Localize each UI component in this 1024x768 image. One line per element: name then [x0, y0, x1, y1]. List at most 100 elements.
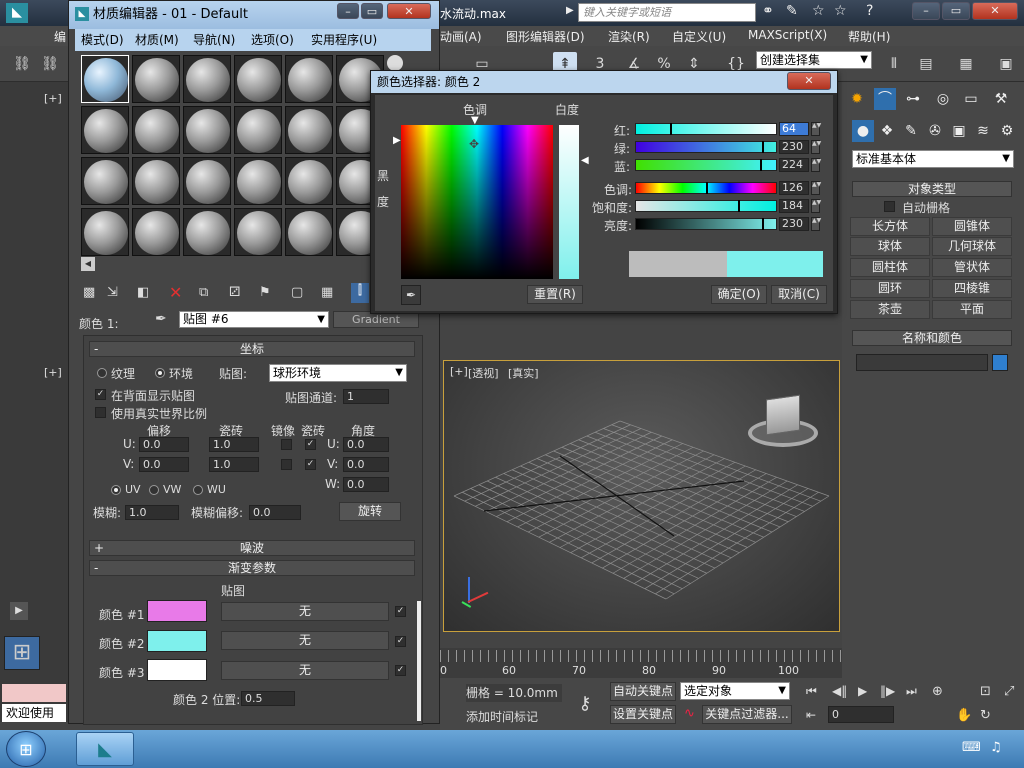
hue-slider-thumb[interactable] [706, 182, 708, 194]
copy-material-icon[interactable]: ⧉ [199, 285, 208, 300]
blur-field[interactable]: 1.0 [125, 505, 179, 520]
perspective-viewport[interactable]: [+] [透视] [真实] [443, 360, 840, 632]
color-picker-close-button[interactable]: ✕ [787, 72, 831, 90]
sample-slot[interactable] [132, 208, 180, 256]
key-filter-icon[interactable]: ∿ [684, 706, 695, 721]
mirror-icon[interactable]: ⫴ [882, 52, 906, 76]
sample-slot[interactable] [81, 55, 129, 103]
blackness-pointer-icon[interactable]: ▶ [393, 135, 401, 146]
sample-slot[interactable] [132, 157, 180, 205]
sample-slot[interactable] [183, 208, 231, 256]
display-tab-icon[interactable]: ▭ [960, 88, 982, 110]
hue-spinner[interactable]: ▲▼ [811, 181, 821, 195]
value-value-field[interactable]: 230 [779, 217, 809, 231]
whiteness-bar[interactable] [559, 125, 579, 279]
motion-tab-icon[interactable]: ◎ [932, 88, 954, 110]
add-time-tag[interactable]: 添加时间标记 [466, 708, 538, 725]
torus-button[interactable]: 圆环 [850, 279, 930, 298]
w-angle-field[interactable]: 0.0 [343, 477, 389, 492]
volume-tray-icon[interactable]: ♫ [990, 740, 1002, 755]
hierarchy-tab-icon[interactable]: ⊶ [902, 88, 924, 110]
unlink-icon[interactable]: ⛓ [38, 52, 62, 76]
map-channel-field[interactable]: 1 [343, 389, 389, 404]
next-frame-icon[interactable]: ‖▶ [880, 684, 895, 698]
texture-radio[interactable] [97, 368, 107, 378]
vw-radio[interactable] [149, 485, 159, 495]
green-slider[interactable] [635, 141, 777, 153]
blue-slider-thumb[interactable] [760, 159, 762, 171]
taskbar-max-app[interactable]: ◣ [76, 732, 134, 766]
go-start-icon[interactable]: ⏮ [806, 684, 817, 699]
key-filter-button[interactable]: 关键点过滤器... [702, 705, 792, 724]
sample-scroll-left-icon[interactable]: ◀ [81, 257, 95, 271]
value-slider-thumb[interactable] [762, 218, 764, 230]
environ-radio[interactable] [155, 368, 165, 378]
value-spinner[interactable]: ▲▼ [811, 217, 821, 231]
set-key-button[interactable]: 设置关键点 [610, 705, 676, 724]
effects-channel-icon[interactable]: ▢ [291, 285, 303, 300]
sample-slot[interactable] [234, 208, 282, 256]
blue-slider[interactable] [635, 159, 777, 171]
sample-slot[interactable] [234, 106, 282, 154]
viewport-mid-label[interactable]: [+] [44, 366, 62, 379]
key-mode-icon[interactable]: ⇤ [806, 708, 816, 722]
menu-help[interactable]: 帮助(H) [848, 28, 890, 45]
value-slider[interactable] [635, 218, 777, 230]
geosphere-button[interactable]: 几何球体 [932, 237, 1012, 256]
name-color-header[interactable]: 名称和颜色 [852, 330, 1012, 346]
color-eyedropper-icon[interactable]: ✒ [401, 285, 421, 305]
red-slider[interactable] [635, 123, 777, 135]
material-restore-button[interactable]: ▭ [361, 3, 383, 19]
systems-icon[interactable]: ⚙ [996, 120, 1018, 142]
uv-radio[interactable] [111, 485, 121, 495]
object-color-swatch[interactable] [992, 354, 1008, 371]
rotate-button[interactable]: 旋转 [339, 502, 401, 521]
u-tile-checkbox[interactable]: ✓ [305, 439, 316, 450]
red-value-field[interactable]: 64 [779, 122, 809, 136]
library-icon[interactable]: ⚑ [259, 285, 271, 300]
sample-slot[interactable] [234, 55, 282, 103]
help-icon[interactable]: ? [866, 3, 873, 19]
search-input[interactable]: 键入关键字或短语 [578, 3, 756, 22]
hue-blackness-field[interactable]: ✥ [401, 125, 553, 279]
gradient-header[interactable]: - 渐变参数 [89, 560, 415, 576]
auto-grid-checkbox[interactable] [884, 201, 895, 212]
binoculars-icon[interactable]: ⚭ [762, 3, 774, 19]
gradient-color3-checkbox[interactable]: ✓ [395, 665, 406, 676]
saturation-slider[interactable] [635, 200, 777, 212]
app-restore-button[interactable]: ▭ [942, 2, 970, 20]
saturation-value-field[interactable]: 184 [779, 199, 809, 213]
utilities-tab-icon[interactable]: ⚒ [990, 88, 1012, 110]
align-icon[interactable]: ▤ [914, 52, 938, 76]
v-tiling-field[interactable]: 1.0 [209, 457, 259, 472]
delete-icon[interactable]: ✕ [169, 283, 182, 302]
u-tiling-field[interactable]: 1.0 [209, 437, 259, 452]
cancel-button[interactable]: 取消(C) [771, 285, 827, 304]
hue-slider[interactable] [635, 182, 777, 194]
keyboard-tray-icon[interactable]: ⌨ [962, 740, 981, 755]
ok-button[interactable]: 确定(O) [711, 285, 767, 304]
helpers-icon[interactable]: ▣ [948, 120, 970, 142]
pan-icon[interactable]: ✋ [956, 708, 972, 723]
menu-material[interactable]: 材质(M) [135, 31, 179, 48]
menu-edit[interactable]: 编 [54, 28, 66, 45]
tools-icon[interactable]: ✎ [786, 3, 798, 19]
color2-position-field[interactable]: 0.5 [241, 691, 295, 706]
saturation-slider-thumb[interactable] [738, 200, 740, 212]
frame-field[interactable]: 0 [828, 706, 894, 723]
sample-slot[interactable] [132, 55, 180, 103]
object-category-dropdown[interactable]: 标准基本体 ▼ [852, 150, 1014, 168]
blue-spinner[interactable]: ▲▼ [811, 158, 821, 172]
modify-tab-icon[interactable]: ⌒ [874, 88, 896, 110]
gradient-color1-map-button[interactable]: 无 [221, 602, 389, 621]
v-tile-checkbox[interactable]: ✓ [305, 459, 316, 470]
red-spinner[interactable]: ▲▼ [811, 122, 821, 136]
tube-button[interactable]: 管状体 [932, 258, 1012, 277]
show-end-icon[interactable]: ⫿ [351, 283, 369, 303]
v-mirror-checkbox[interactable] [281, 459, 292, 470]
teapot-button[interactable]: 茶壶 [850, 300, 930, 319]
sample-slot[interactable] [285, 157, 333, 205]
v-offset-field[interactable]: 0.0 [139, 457, 189, 472]
play-icon[interactable]: ▶ [10, 602, 28, 620]
get-material-icon[interactable]: ▩ [83, 285, 95, 300]
